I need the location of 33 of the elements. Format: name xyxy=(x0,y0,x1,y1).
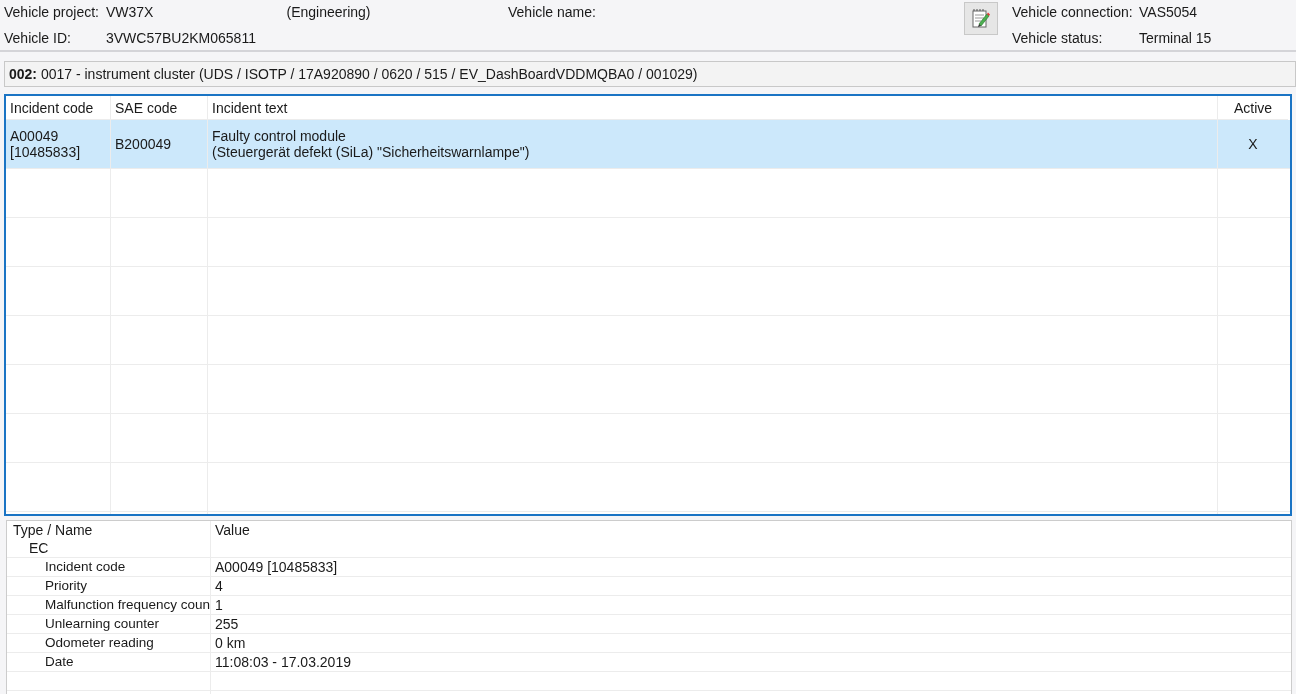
table-cell: A00049 [10485833] xyxy=(6,120,111,168)
property-name: Priority xyxy=(7,577,211,595)
field-label: Vehicle status: xyxy=(1012,30,1104,46)
property-value: 11:08:03 - 17.03.2019 xyxy=(214,653,352,671)
field-value: VAS5054 xyxy=(1139,4,1198,20)
notepad-pencil-icon xyxy=(971,7,991,30)
field-note: (Engineering) xyxy=(286,4,371,20)
column-header: Value xyxy=(214,521,251,539)
field-label: Vehicle ID: xyxy=(4,30,72,46)
column-header: Type / Name xyxy=(7,521,211,539)
property-value: 4 xyxy=(214,577,224,595)
edit-button[interactable] xyxy=(964,2,998,35)
property-value: 0 km xyxy=(214,634,247,652)
table-cell-text: X xyxy=(1247,135,1259,154)
property-name: Date xyxy=(7,653,211,671)
field-value: Terminal 15 xyxy=(1139,30,1212,46)
property-value: 255 xyxy=(214,615,240,633)
field-value: 3VWC57BU2KM065811 xyxy=(106,30,256,46)
module-title: 002: 0017 - instrument cluster (UDS / ISOTP / 17A920890 / 0620 / 515 / EV_DashBoardVDDMQBA0 / 001029) xyxy=(9,66,698,82)
table-cell: B200049 xyxy=(111,120,208,168)
property-name: Incident code xyxy=(7,558,211,576)
property-value: A00049 [10485833] xyxy=(214,558,339,576)
incident-row[interactable]: A00049 [10485833] B200049 Faulty control module (Steuergerät defekt (SiLa) "Sicherheitswarnlampe") X xyxy=(6,120,1290,168)
tree-node[interactable]: EC xyxy=(7,539,211,557)
field-label: Vehicle project: xyxy=(4,4,100,20)
field-label: Vehicle connection: xyxy=(1012,4,1134,20)
property-name: Unlearning counter xyxy=(7,615,211,633)
property-name: Odometer reading xyxy=(7,634,211,652)
property-value: 1 xyxy=(214,596,224,614)
field-value: VW37X xyxy=(106,4,154,20)
property-name: Malfunction frequency coun xyxy=(7,596,211,614)
field-label: Vehicle name: xyxy=(508,4,597,20)
table-cell: Faulty control module (Steuergerät defekt (SiLa) "Sicherheitswarnlampe") xyxy=(208,120,1218,168)
